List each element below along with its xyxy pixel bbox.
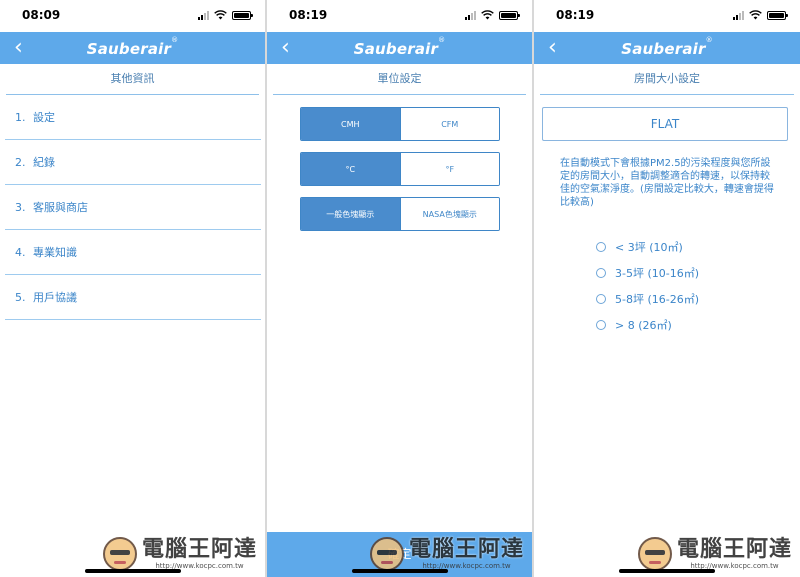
- room-size-option[interactable]: 3-5坪 (10-16㎡): [596, 260, 699, 286]
- page-title: 其他資訊: [6, 64, 259, 95]
- watermark-face-icon: [637, 537, 672, 571]
- nav-bar: ‹ Sauberair®: [267, 32, 532, 64]
- watermark-title: 電腦王阿達: [408, 537, 524, 562]
- battery-icon: [499, 10, 520, 20]
- room-size-option[interactable]: > 8 (26㎡): [596, 312, 699, 338]
- brand-name: Sauberair: [86, 40, 172, 58]
- watermark: 電腦王阿達 http://www.kocpc.com.tw: [637, 537, 792, 571]
- wifi-icon: [749, 10, 762, 20]
- room-size-option[interactable]: < 3坪 (10㎡): [596, 234, 699, 260]
- option-cfm[interactable]: CFM: [399, 108, 499, 140]
- status-time: 08:19: [556, 8, 595, 22]
- info-menu-list: 1. 設定 2. 紀錄 3. 客服與商店 4. 專業知識 5. 用戶協議: [5, 95, 261, 320]
- wifi-icon: [481, 10, 494, 20]
- menu-item-label: 用戶協議: [33, 291, 77, 304]
- brand-logo: Sauberair®: [0, 36, 265, 58]
- watermark-title: 電腦王阿達: [676, 537, 792, 562]
- watermark-face-icon: [102, 537, 137, 571]
- signal-icon: [465, 10, 476, 20]
- menu-item-label: 設定: [33, 111, 55, 124]
- airflow-unit-toggle: CMH CFM: [300, 107, 500, 141]
- status-time: 08:09: [22, 8, 61, 22]
- wifi-icon: [214, 10, 227, 20]
- home-indicator: [619, 569, 715, 573]
- room-size-option[interactable]: 5-8坪 (16-26㎡): [596, 286, 699, 312]
- menu-item-label: 專業知識: [33, 246, 77, 259]
- brand-name: Sauberair: [353, 40, 439, 58]
- battery-icon: [232, 10, 253, 20]
- room-size-options: < 3坪 (10㎡) 3-5坪 (10-16㎡) 5-8坪 (16-26㎡) >…: [596, 234, 699, 338]
- menu-item-number: 4.: [15, 245, 26, 259]
- temperature-unit-toggle: °C °F: [300, 152, 500, 186]
- nav-bar: ‹ Sauberair®: [0, 32, 265, 64]
- signal-icon: [733, 10, 744, 20]
- brand-name: Sauberair: [621, 40, 706, 58]
- watermark-face-icon: [369, 537, 404, 571]
- radio-circle-icon: [596, 320, 606, 330]
- status-time: 08:19: [289, 8, 328, 22]
- watermark: 電腦王阿達 http://www.kocpc.com.tw: [369, 537, 524, 571]
- status-icons: [198, 10, 253, 20]
- radio-circle-icon: [596, 268, 606, 278]
- menu-item-number: 5.: [15, 290, 26, 304]
- menu-item-records[interactable]: 2. 紀錄: [5, 140, 261, 185]
- screen-unit-settings: 08:19 ‹ Sauberair® 單位設定 CMH CFM °C °F 一般…: [267, 0, 532, 577]
- page-title: 單位設定: [273, 64, 526, 95]
- status-icons: [733, 10, 788, 20]
- menu-item-user-agreement[interactable]: 5. 用戶協議: [5, 275, 261, 320]
- page-title: 房間大小設定: [540, 64, 794, 95]
- menu-item-label: 紀錄: [33, 156, 55, 169]
- screen-other-info: 08:09 ‹ Sauberair® 其他資訊 1. 設定 2. 紀錄 3. 客服與商…: [0, 0, 265, 577]
- brand-logo: Sauberair®: [267, 36, 532, 58]
- watermark-title: 電腦王阿達: [141, 537, 257, 562]
- option-label: > 8 (26㎡): [615, 319, 672, 332]
- flat-button[interactable]: FLAT: [542, 107, 788, 141]
- screen-room-size: 08:19 ‹ Sauberair® 房間大小設定 FLAT 在自動模式下會根據…: [534, 0, 800, 577]
- registered-mark: ®: [438, 36, 446, 44]
- registered-mark: ®: [705, 36, 713, 44]
- menu-item-number: 3.: [15, 200, 26, 214]
- menu-item-number: 2.: [15, 155, 26, 169]
- option-celsius[interactable]: °C: [301, 153, 400, 185]
- brand-logo: Sauberair®: [534, 36, 800, 58]
- signal-icon: [198, 10, 209, 20]
- menu-item-knowledge[interactable]: 4. 專業知識: [5, 230, 261, 275]
- option-nasa-color[interactable]: NASA色塊顯示: [399, 198, 499, 230]
- option-fahrenheit[interactable]: °F: [399, 153, 499, 185]
- room-size-description: 在自動模式下會根據PM2.5的污染程度與您所設定的房間大小，自動調整適合的轉速，…: [560, 158, 774, 208]
- home-indicator: [84, 569, 181, 573]
- menu-item-support-store[interactable]: 3. 客服與商店: [5, 185, 261, 230]
- menu-item-settings[interactable]: 1. 設定: [5, 95, 261, 140]
- registered-mark: ®: [171, 36, 179, 44]
- radio-circle-icon: [596, 294, 606, 304]
- radio-circle-icon: [596, 242, 606, 252]
- status-bar: 08:09: [0, 0, 265, 32]
- option-cmh[interactable]: CMH: [301, 108, 400, 140]
- option-label: 3-5坪 (10-16㎡): [615, 267, 700, 280]
- home-indicator: [351, 569, 448, 573]
- option-label: < 3坪 (10㎡): [615, 241, 683, 254]
- status-bar: 08:19: [534, 0, 800, 32]
- color-display-toggle: 一般色塊顯示 NASA色塊顯示: [300, 197, 500, 231]
- watermark: 電腦王阿達 http://www.kocpc.com.tw: [102, 537, 257, 571]
- nav-bar: ‹ Sauberair®: [534, 32, 800, 64]
- option-normal-color[interactable]: 一般色塊顯示: [301, 198, 400, 230]
- battery-icon: [767, 10, 788, 20]
- status-icons: [465, 10, 520, 20]
- option-label: 5-8坪 (16-26㎡): [615, 293, 700, 306]
- menu-item-label: 客服與商店: [33, 201, 88, 214]
- menu-item-number: 1.: [15, 110, 26, 124]
- status-bar: 08:19: [267, 0, 532, 32]
